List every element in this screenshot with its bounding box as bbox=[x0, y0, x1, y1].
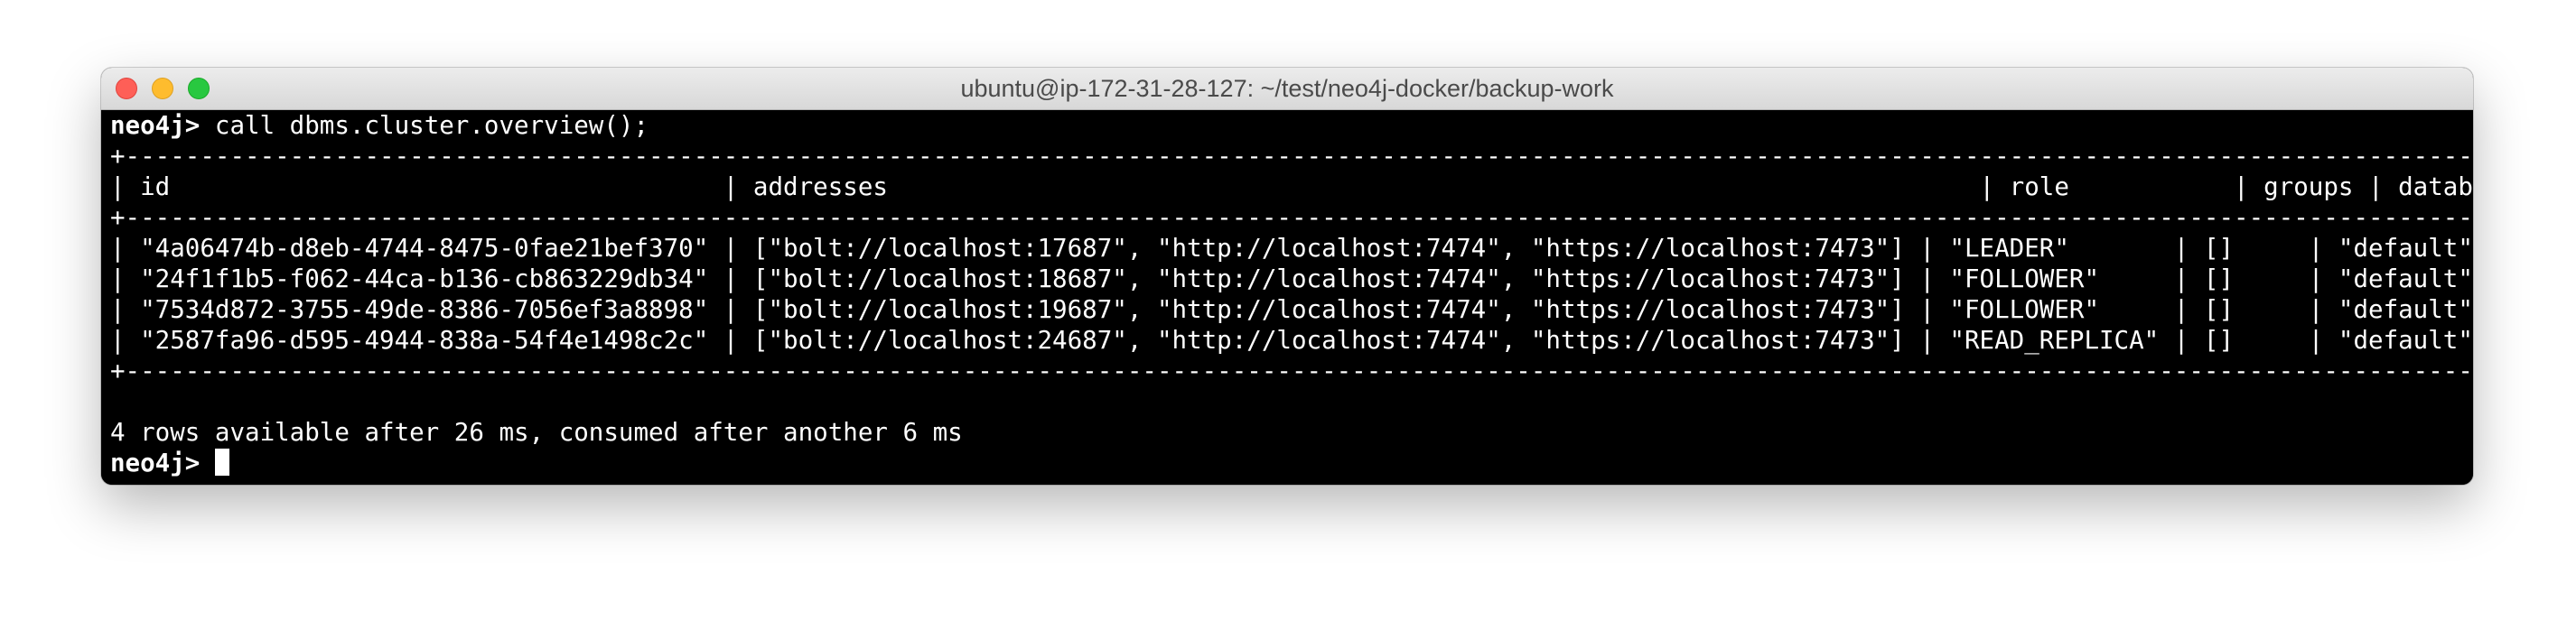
title-bar[interactable]: ubuntu@ip-172-31-28-127: ~/test/neo4j-do… bbox=[101, 68, 2473, 110]
table-row: | "2587fa96-d595-4944-838a-54f4e1498c2c"… bbox=[110, 326, 2473, 355]
table-header: | id | addresses | role | groups | datab… bbox=[110, 172, 2473, 201]
command-line: neo4j> call dbms.cluster.overview(); bbox=[110, 110, 2464, 141]
text-cursor bbox=[214, 449, 229, 476]
terminal-window: ubuntu@ip-172-31-28-127: ~/test/neo4j-do… bbox=[101, 68, 2473, 485]
prompt: neo4j> bbox=[110, 449, 201, 477]
input-line[interactable]: neo4j> bbox=[110, 448, 2464, 478]
window-title: ubuntu@ip-172-31-28-127: ~/test/neo4j-do… bbox=[960, 75, 1614, 102]
table-border-bottom: +---------------------------------------… bbox=[110, 357, 2473, 385]
terminal-output[interactable]: neo4j> call dbms.cluster.overview(); +--… bbox=[101, 110, 2473, 485]
table-border-top: +---------------------------------------… bbox=[110, 142, 2473, 171]
table-row: | "7534d872-3755-49de-8386-7056ef3a8898"… bbox=[110, 295, 2473, 324]
summary-line: 4 rows available after 26 ms, consumed a… bbox=[110, 418, 963, 447]
table-border-header: +---------------------------------------… bbox=[110, 203, 2473, 232]
table-row: | "4a06474b-d8eb-4744-8475-0fae21bef370"… bbox=[110, 234, 2473, 263]
command-text: call dbms.cluster.overview(); bbox=[200, 111, 649, 140]
table-row: | "24f1f1b5-f062-44ca-b136-cb863229db34"… bbox=[110, 264, 2473, 293]
prompt: neo4j> bbox=[110, 111, 201, 140]
